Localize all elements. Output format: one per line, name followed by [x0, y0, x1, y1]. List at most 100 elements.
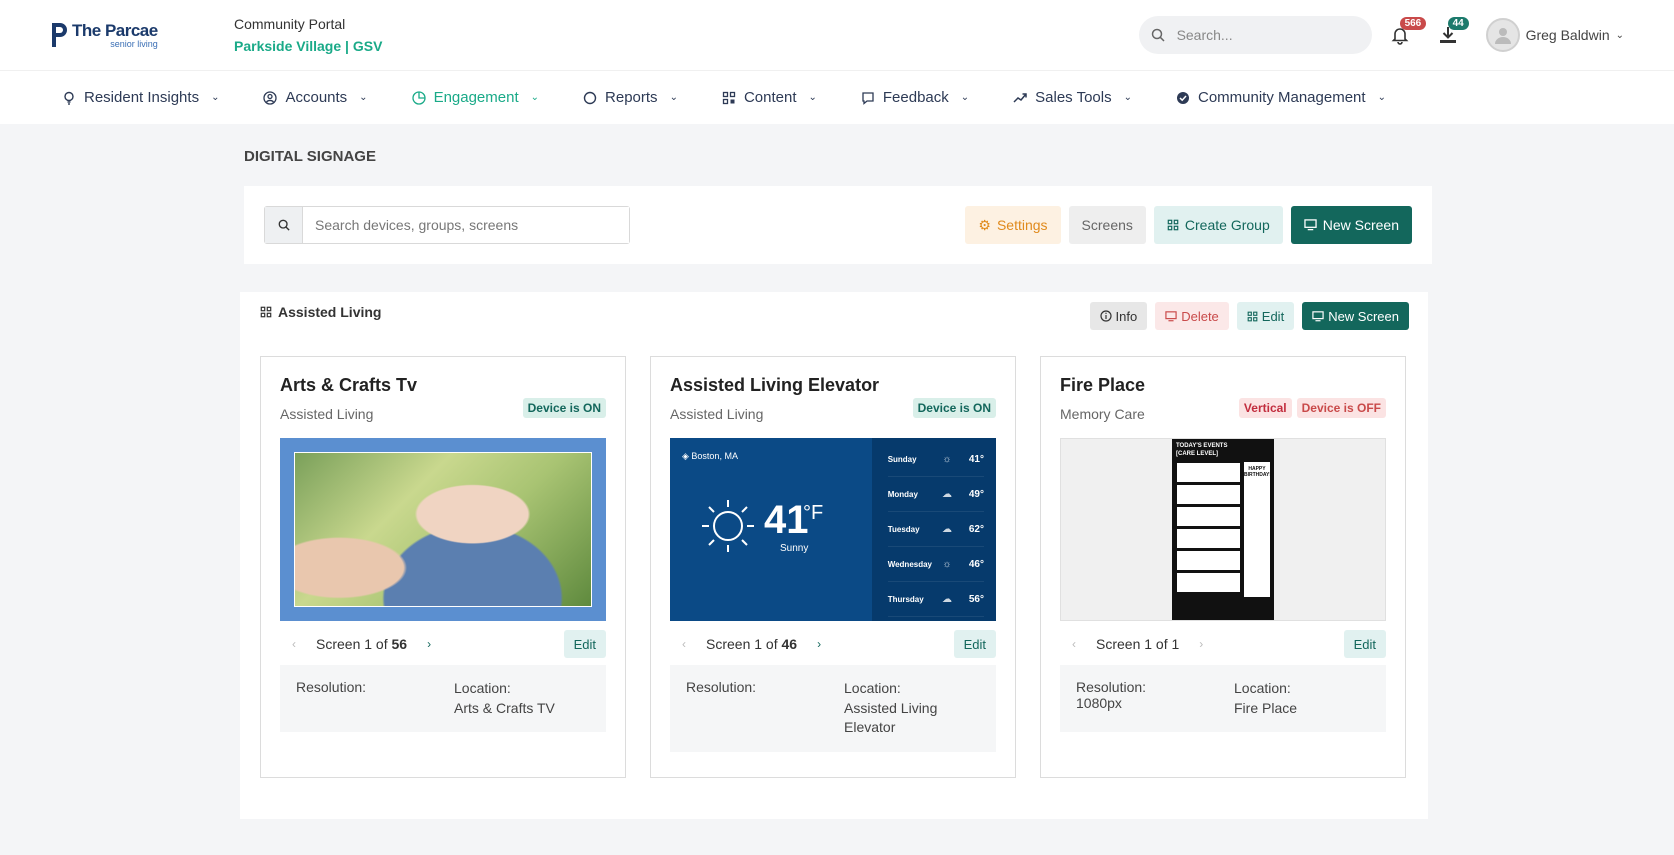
resolution-value: 1080px [1076, 695, 1122, 711]
next-screen-icon[interactable]: › [1187, 637, 1215, 651]
downloads-button[interactable]: 44 [1428, 15, 1469, 55]
group-new-screen-button[interactable]: New Screen [1302, 302, 1409, 330]
screens-button-label: Screens [1081, 217, 1133, 233]
screen-preview[interactable]: TODAY'S EVENTS [CARE LEVEL] HAPPY BIRTHD… [1060, 438, 1386, 621]
device-name[interactable]: Assisted Living Elevator [670, 375, 996, 396]
create-group-button-label: Create Group [1184, 217, 1270, 233]
nav-resident-insights[interactable]: Resident Insights ⌄ [62, 89, 219, 106]
nav-accounts[interactable]: Accounts ⌄ [263, 89, 368, 106]
main-nav: Resident Insights ⌄ Accounts ⌄ Engagemen… [0, 70, 1674, 124]
screen-total: 56 [391, 636, 408, 652]
nav-engagement[interactable]: Engagement ⌄ [411, 89, 540, 106]
prev-screen-icon[interactable]: ‹ [280, 637, 308, 651]
user-menu[interactable]: Greg Baldwin ⌄ [1485, 18, 1624, 52]
resolution-label: Resolution: [1076, 679, 1147, 695]
nav-community-management[interactable]: Community Management ⌄ [1176, 89, 1386, 106]
edit-screen-button[interactable]: Edit [563, 630, 606, 658]
next-screen-icon[interactable]: › [805, 637, 833, 651]
forecast-temp: 49° [968, 488, 984, 500]
main-content: DIGITAL SIGNAGE ⚙ Settings Screens Creat… [240, 148, 1432, 819]
group-delete-label: Delete [1181, 308, 1219, 324]
new-screen-button-label: New Screen [1322, 217, 1399, 233]
settings-button[interactable]: ⚙ Settings [965, 206, 1061, 244]
device-card: Fire Place Memory Care Vertical Device i… [1040, 356, 1406, 778]
sun-icon: ☼ [942, 453, 952, 465]
screen-counter: Screen 1 of 1 [1096, 636, 1179, 652]
location-value: Assisted Living Elevator [844, 699, 938, 736]
event-row [1176, 571, 1241, 593]
nav-feedback[interactable]: Feedback ⌄ [861, 89, 969, 106]
cloud-icon: ☁ [942, 593, 952, 605]
device-info: Resolution: Location: Assisted Living Ele… [670, 665, 996, 752]
chevron-down-icon: ⌄ [530, 92, 540, 103]
chevron-down-icon: ⌄ [359, 92, 368, 103]
trend-icon [1013, 92, 1027, 103]
device-group-panel: Assisted Living Info Delete Edit New Scr… [240, 292, 1428, 819]
notifications-button[interactable]: 566 [1380, 15, 1427, 55]
forecast-temp: 46° [968, 558, 984, 570]
weather-temp: 41 [764, 498, 809, 542]
signage-toolbar: ⚙ Settings Screens Create Group New Scre… [244, 186, 1432, 264]
screen-preview[interactable] [280, 438, 606, 621]
birthday-title: HAPPY BIRTHDAY! [1244, 465, 1272, 478]
screens-button[interactable]: Screens [1068, 206, 1146, 244]
grid-icon [1167, 219, 1179, 231]
global-search[interactable]: Search... [1138, 16, 1372, 54]
edit-screen-button[interactable]: Edit [1343, 630, 1386, 658]
next-screen-icon[interactable]: › [415, 637, 443, 651]
weather-forecast: Sunday ☼ 41° Monday ☁ 49° Tuesday ☁ 62° Wednes… [871, 438, 996, 621]
event-row [1176, 483, 1241, 505]
forecast-day: Tuesday [887, 524, 920, 534]
search-icon [265, 207, 303, 243]
device-name[interactable]: Arts & Crafts Tv [280, 375, 606, 396]
event-row [1176, 505, 1241, 527]
brand-logo[interactable]: The Parcae senior living [50, 21, 184, 49]
screen-preview[interactable]: ◈ Boston, MA 41 °F Sunny Sunday ☼ 41° Mo… [670, 438, 996, 621]
location-label: Location: [1234, 680, 1291, 696]
device-status-badge: Device is ON [912, 398, 996, 418]
brand-name: The Parcae [72, 20, 158, 40]
location-label: Location: [454, 680, 511, 696]
group-delete-button[interactable]: Delete [1155, 302, 1229, 330]
forecast-temp: 62° [968, 523, 984, 535]
group-edit-button[interactable]: Edit [1236, 302, 1295, 330]
screen-pager: ‹ Screen 1 of 1 › Edit [1060, 630, 1386, 658]
screen-total: 1 [1171, 636, 1180, 652]
nav-reports[interactable]: Reports ⌄ [583, 89, 678, 106]
chevron-down-icon: ⌄ [1123, 92, 1132, 103]
group-info-label: Info [1115, 308, 1138, 324]
prev-screen-icon[interactable]: ‹ [670, 637, 698, 651]
signage-search-input[interactable] [303, 207, 629, 243]
grid-icon [722, 91, 736, 104]
create-group-button[interactable]: Create Group [1153, 206, 1283, 244]
events-preview: TODAY'S EVENTS [CARE LEVEL] HAPPY BIRTHD… [1172, 439, 1274, 620]
device-name[interactable]: Fire Place [1060, 375, 1386, 396]
prev-screen-icon[interactable]: ‹ [1060, 637, 1088, 651]
screen-pager: ‹ Screen 1 of 46 › Edit [670, 630, 996, 658]
settings-button-label: Settings [996, 217, 1048, 233]
portal-title: Community Portal [234, 16, 346, 32]
monitor-icon [1304, 219, 1317, 231]
brand-tagline: senior living [110, 38, 158, 49]
forecast-temp: 41° [968, 453, 984, 465]
new-screen-button[interactable]: New Screen [1290, 206, 1412, 244]
device-card: Assisted Living Elevator Assisted Living… [650, 356, 1016, 778]
device-status-badge: Device is ON [522, 398, 606, 418]
weather-unit: °F [803, 502, 824, 524]
device-info: Resolution: Location: Arts & Crafts TV [280, 665, 606, 733]
gear-icon: ⚙ [978, 216, 991, 233]
top-header: The Parcae senior living Community Porta… [0, 0, 1674, 70]
circle-icon [583, 91, 597, 104]
screen-pager: ‹ Screen 1 of 56 › Edit [280, 630, 606, 658]
community-name[interactable]: Parkside Village | GSV [234, 38, 382, 54]
group-info-button[interactable]: Info [1089, 302, 1148, 330]
nav-sales-tools[interactable]: Sales Tools ⌄ [1013, 89, 1132, 106]
edit-screen-button[interactable]: Edit [953, 630, 996, 658]
portal-info: Community Portal Parkside Village | GSV [234, 16, 382, 54]
orientation-badge: Vertical [1238, 398, 1292, 418]
forecast-day: Thursday [887, 594, 924, 604]
rain-icon: ☁ [942, 488, 952, 500]
nav-label: Community Management [1197, 89, 1366, 106]
bulb-icon [64, 91, 74, 105]
nav-content[interactable]: Content ⌄ [722, 89, 817, 106]
